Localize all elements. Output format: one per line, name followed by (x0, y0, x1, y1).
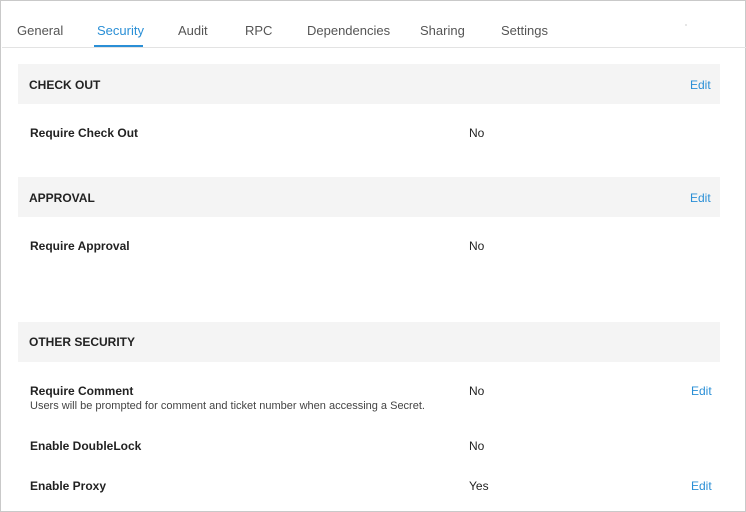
require-approval-label: Require Approval (30, 239, 130, 253)
enable-proxy-label: Enable Proxy (30, 479, 107, 493)
section-title-checkout: CHECK OUT (29, 78, 101, 92)
tab-settings[interactable]: Settings (501, 23, 548, 38)
edit-require-comment-link[interactable]: Edit (691, 384, 712, 398)
active-tab-indicator (94, 45, 143, 47)
section-title-other-security: OTHER SECURITY (29, 335, 136, 349)
tab-rpc[interactable]: RPC (245, 23, 272, 38)
tab-bar: General Security Audit RPC Dependencies … (2, 2, 746, 48)
edit-checkout-link[interactable]: Edit (690, 78, 711, 92)
section-header-checkout: CHECK OUT Edit (18, 64, 720, 104)
require-check-out-label: Require Check Out (30, 126, 139, 140)
divider (685, 24, 687, 26)
require-comment-label: Require Comment (30, 384, 134, 398)
tab-sharing[interactable]: Sharing (420, 23, 465, 38)
tab-dependencies[interactable]: Dependencies (307, 23, 390, 38)
require-check-out-value: No (469, 126, 485, 140)
tab-audit[interactable]: Audit (178, 23, 208, 38)
section-title-approval: APPROVAL (29, 191, 95, 205)
require-comment-value: No (469, 384, 485, 398)
section-header-other-security: OTHER SECURITY (18, 322, 720, 362)
edit-enable-proxy-link[interactable]: Edit (691, 479, 712, 493)
security-panel: General Security Audit RPC Dependencies … (0, 0, 746, 512)
tab-general[interactable]: General (17, 23, 63, 38)
enable-doublelock-value: No (469, 439, 485, 453)
enable-doublelock-label: Enable DoubleLock (30, 439, 142, 453)
enable-proxy-value: Yes (469, 479, 489, 493)
require-comment-description: Users will be prompted for comment and t… (30, 400, 425, 412)
require-approval-value: No (469, 239, 485, 253)
edit-approval-link[interactable]: Edit (690, 191, 711, 205)
tab-security[interactable]: Security (97, 23, 144, 38)
section-header-approval: APPROVAL Edit (18, 177, 720, 217)
